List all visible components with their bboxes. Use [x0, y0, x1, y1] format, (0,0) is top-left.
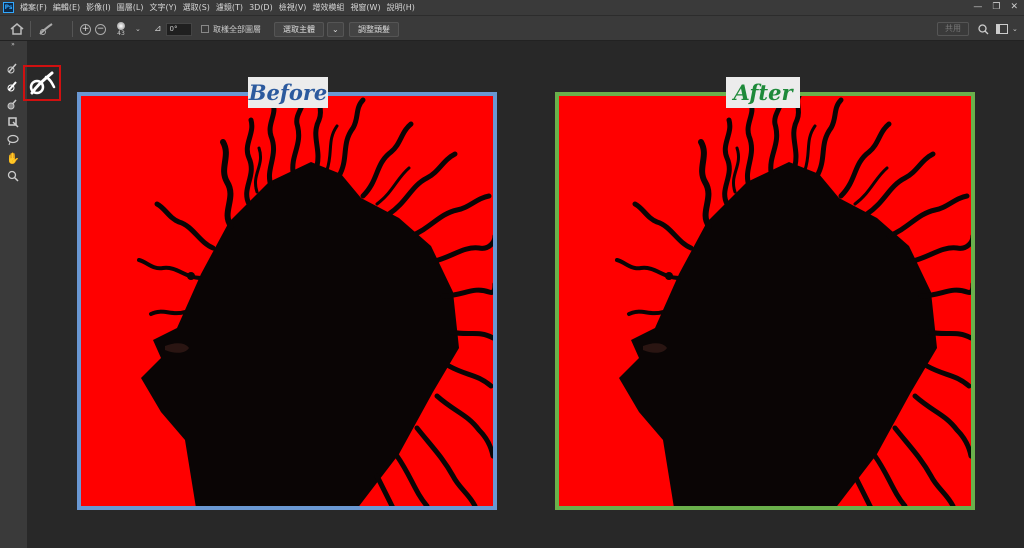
workspace-icon[interactable]: [996, 16, 1008, 42]
minimize-button[interactable]: —: [973, 0, 982, 15]
before-label: Before: [248, 77, 328, 108]
lasso-tool-icon[interactable]: [6, 133, 20, 147]
menu-edit[interactable]: 編輯(E): [53, 0, 80, 15]
angle-icon: ⊿: [154, 24, 162, 34]
subtract-from-selection-icon[interactable]: −: [95, 23, 106, 35]
menu-image[interactable]: 影像(I): [86, 0, 111, 15]
brush-size-value: 43: [117, 29, 125, 37]
highlight-box: [23, 65, 61, 101]
before-image: [81, 96, 493, 506]
brush-tip-icon: [117, 21, 125, 30]
chevron-down-icon: ⌄: [332, 24, 339, 34]
options-bar: + − 43 ⌄ ⊿ 0° 取樣全部圖層 選取主體 ⌄ 調整頭髮 共用 ⌄: [0, 15, 1024, 41]
add-to-selection-icon[interactable]: +: [80, 23, 91, 35]
brush-picker[interactable]: 43: [117, 16, 125, 42]
menu-filter[interactable]: 濾鏡(T): [216, 0, 243, 15]
share-button[interactable]: 共用: [937, 22, 969, 36]
brush-selection-tool-icon[interactable]: [6, 79, 20, 93]
sample-all-layers-checkbox[interactable]: [201, 25, 209, 33]
angle-field[interactable]: 0°: [165, 22, 192, 36]
menu-3d[interactable]: 3D(D): [249, 0, 273, 15]
menu-type[interactable]: 文字(Y): [149, 0, 176, 15]
after-image-panel: [555, 92, 975, 510]
main-menu: 檔案(F) 編輯(E) 影像(I) 圖層(L) 文字(Y) 選取(S) 濾鏡(T…: [20, 0, 415, 15]
menu-window[interactable]: 視窗(W): [350, 0, 380, 15]
select-subject-button[interactable]: 選取主體: [274, 21, 324, 37]
menu-plugins[interactable]: 增效模組: [312, 0, 344, 15]
refine-hair-button[interactable]: 調整頭髮: [349, 21, 399, 37]
close-button[interactable]: ✕: [1010, 0, 1018, 15]
collapse-icon[interactable]: »: [6, 40, 20, 48]
select-subject-dropdown[interactable]: ⌄: [327, 21, 344, 37]
menu-layer[interactable]: 圖層(L): [117, 0, 144, 15]
quick-selection-tool-icon[interactable]: [6, 61, 20, 75]
tool-preset-icon[interactable]: [38, 16, 56, 42]
tools-panel: » ✋: [0, 41, 27, 548]
chevron-down-icon[interactable]: ⌄: [135, 16, 141, 42]
before-image-panel: [77, 92, 497, 510]
menu-file[interactable]: 檔案(F): [20, 0, 47, 15]
menu-view[interactable]: 檢視(V): [279, 0, 307, 15]
after-image: [559, 96, 971, 506]
search-icon[interactable]: [978, 16, 989, 42]
chevron-down-icon[interactable]: ⌄: [1012, 16, 1018, 42]
crop-tool-icon[interactable]: [6, 115, 20, 129]
home-icon[interactable]: [10, 16, 24, 42]
menu-select[interactable]: 選取(S): [183, 0, 210, 15]
restore-button[interactable]: ❐: [992, 0, 1000, 15]
hand-tool-icon[interactable]: ✋: [6, 151, 20, 165]
after-label: After: [726, 77, 800, 108]
photoshop-logo: Ps: [3, 2, 14, 13]
menu-help[interactable]: 說明(H): [387, 0, 415, 15]
sample-all-layers-label: 取樣全部圖層: [213, 24, 261, 34]
object-selection-tool-icon[interactable]: [6, 97, 20, 111]
quick-selection-brush-icon: [29, 71, 56, 95]
window-controls: — ❐ ✕: [973, 0, 1018, 15]
menu-bar: Ps 檔案(F) 編輯(E) 影像(I) 圖層(L) 文字(Y) 選取(S) 濾…: [0, 0, 1024, 15]
zoom-tool-icon[interactable]: [6, 169, 20, 183]
